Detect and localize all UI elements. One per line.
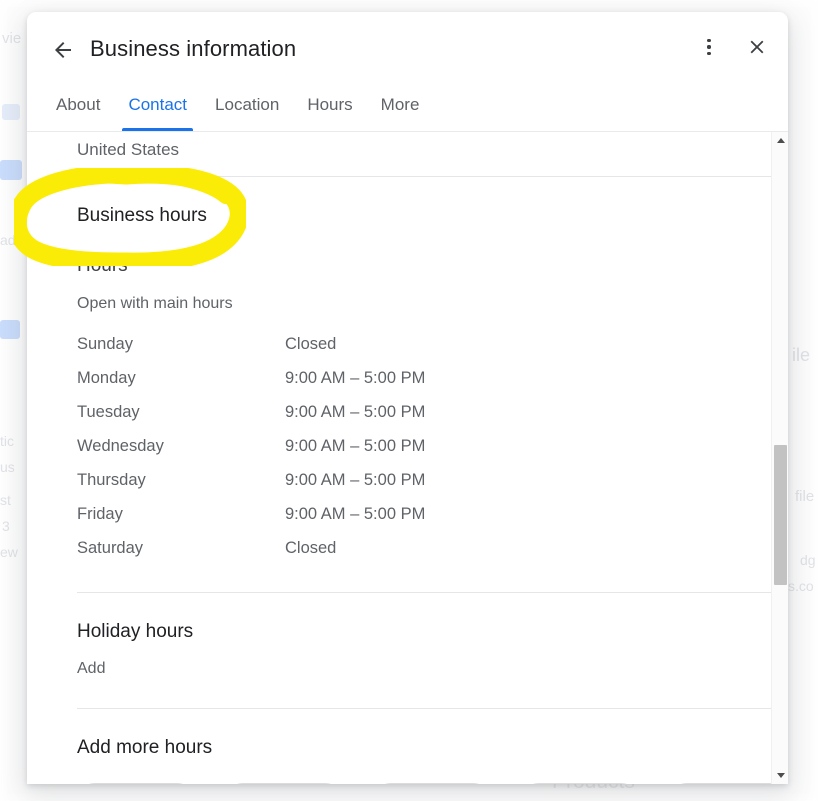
country-value: United States bbox=[77, 140, 180, 159]
hours-value: 9:00 AM – 5:00 PM bbox=[285, 504, 426, 523]
more-options-button[interactable] bbox=[692, 30, 726, 64]
hours-day: Wednesday bbox=[77, 436, 164, 455]
bg-fragment: ad bbox=[0, 232, 16, 248]
tab-about[interactable]: About bbox=[42, 84, 114, 131]
scrollbar-thumb[interactable] bbox=[774, 445, 787, 585]
tab-hours[interactable]: Hours bbox=[293, 84, 366, 131]
bg-fragment: ile bbox=[792, 345, 811, 365]
bg-fragment: us bbox=[0, 459, 15, 475]
hours-table: Sunday Closed Monday 9:00 AM – 5:00 PM T… bbox=[27, 327, 766, 565]
bg-icon-3 bbox=[0, 320, 20, 339]
dialog-scroll-area: United States Business hours Hours Open … bbox=[27, 132, 788, 784]
contact-content: United States Business hours Hours Open … bbox=[27, 132, 787, 784]
header-actions bbox=[692, 30, 774, 64]
holiday-hours-heading: Holiday hours bbox=[77, 621, 194, 642]
bg-icon-2 bbox=[0, 160, 22, 180]
close-button[interactable] bbox=[740, 30, 774, 64]
dialog-title: Business information bbox=[90, 36, 297, 61]
tab-more[interactable]: More bbox=[367, 84, 434, 131]
bg-fragment: s.co bbox=[788, 578, 814, 594]
table-row[interactable]: Tuesday 9:00 AM – 5:00 PM bbox=[77, 395, 766, 429]
kebab-menu-icon bbox=[707, 38, 711, 56]
hours-note: Open with main hours bbox=[77, 295, 233, 312]
bg-fragment: vie bbox=[2, 30, 22, 47]
hours-value: Closed bbox=[285, 334, 337, 353]
table-row[interactable]: Wednesday 9:00 AM – 5:00 PM bbox=[77, 429, 766, 463]
tab-location[interactable]: Location bbox=[201, 84, 293, 131]
business-information-dialog: Business information About Contact Locat… bbox=[27, 12, 788, 784]
hours-day: Sunday bbox=[77, 334, 133, 353]
bg-fragment: st bbox=[0, 492, 11, 508]
add-more-hours-heading: Add more hours bbox=[77, 737, 213, 758]
table-row[interactable]: Saturday Closed bbox=[77, 531, 766, 565]
chip-breakfast[interactable]: + Breakfast bbox=[225, 783, 343, 784]
hours-day: Monday bbox=[77, 368, 136, 387]
holiday-add-link[interactable]: Add bbox=[27, 645, 105, 681]
close-icon bbox=[750, 40, 764, 54]
hours-day: Saturday bbox=[77, 538, 144, 557]
hours-value: 9:00 AM – 5:00 PM bbox=[285, 368, 426, 387]
bg-fragment: tic bbox=[0, 433, 14, 449]
hours-heading: Hours bbox=[77, 255, 128, 276]
bg-fragment: dg bbox=[800, 552, 816, 568]
chip-delivery[interactable]: + Delivery bbox=[521, 783, 639, 784]
dialog-tabs: About Contact Location Hours More bbox=[27, 84, 788, 132]
business-hours-heading: Business hours bbox=[77, 205, 207, 226]
chip-dinner[interactable]: + Dinner bbox=[669, 783, 787, 784]
more-hours-chips: + Access + Breakfast + Brunch + Delivery bbox=[27, 761, 787, 784]
hours-day: Thursday bbox=[77, 470, 146, 489]
hours-value: Closed bbox=[285, 538, 337, 557]
bg-fragment: ew bbox=[0, 544, 18, 560]
bg-icon-1 bbox=[2, 104, 20, 120]
vertical-scrollbar[interactable] bbox=[771, 132, 788, 784]
screenshot-root: vie ad ile tic us st 3 ew file dg s.co P… bbox=[0, 0, 818, 801]
hours-day: Friday bbox=[77, 504, 123, 523]
dialog-header: Business information bbox=[27, 12, 788, 84]
scroll-down-arrow-icon[interactable] bbox=[772, 767, 788, 784]
tab-contact[interactable]: Contact bbox=[114, 84, 201, 131]
table-row[interactable]: Friday 9:00 AM – 5:00 PM bbox=[77, 497, 766, 531]
chip-access[interactable]: + Access bbox=[77, 783, 195, 784]
table-row[interactable]: Sunday Closed bbox=[77, 327, 766, 361]
bg-fragment: file bbox=[795, 488, 815, 505]
table-row[interactable]: Monday 9:00 AM – 5:00 PM bbox=[77, 361, 766, 395]
back-button[interactable] bbox=[43, 30, 83, 70]
hours-value: 9:00 AM – 5:00 PM bbox=[285, 436, 426, 455]
hours-value: 9:00 AM – 5:00 PM bbox=[285, 470, 426, 489]
bg-fragment: 3 bbox=[2, 518, 10, 534]
table-row[interactable]: Thursday 9:00 AM – 5:00 PM bbox=[77, 463, 766, 497]
hours-day: Tuesday bbox=[77, 402, 140, 421]
back-arrow-icon bbox=[55, 42, 71, 58]
scroll-up-arrow-icon[interactable] bbox=[772, 132, 788, 149]
hours-value: 9:00 AM – 5:00 PM bbox=[285, 402, 426, 421]
chip-brunch[interactable]: + Brunch bbox=[373, 783, 491, 784]
